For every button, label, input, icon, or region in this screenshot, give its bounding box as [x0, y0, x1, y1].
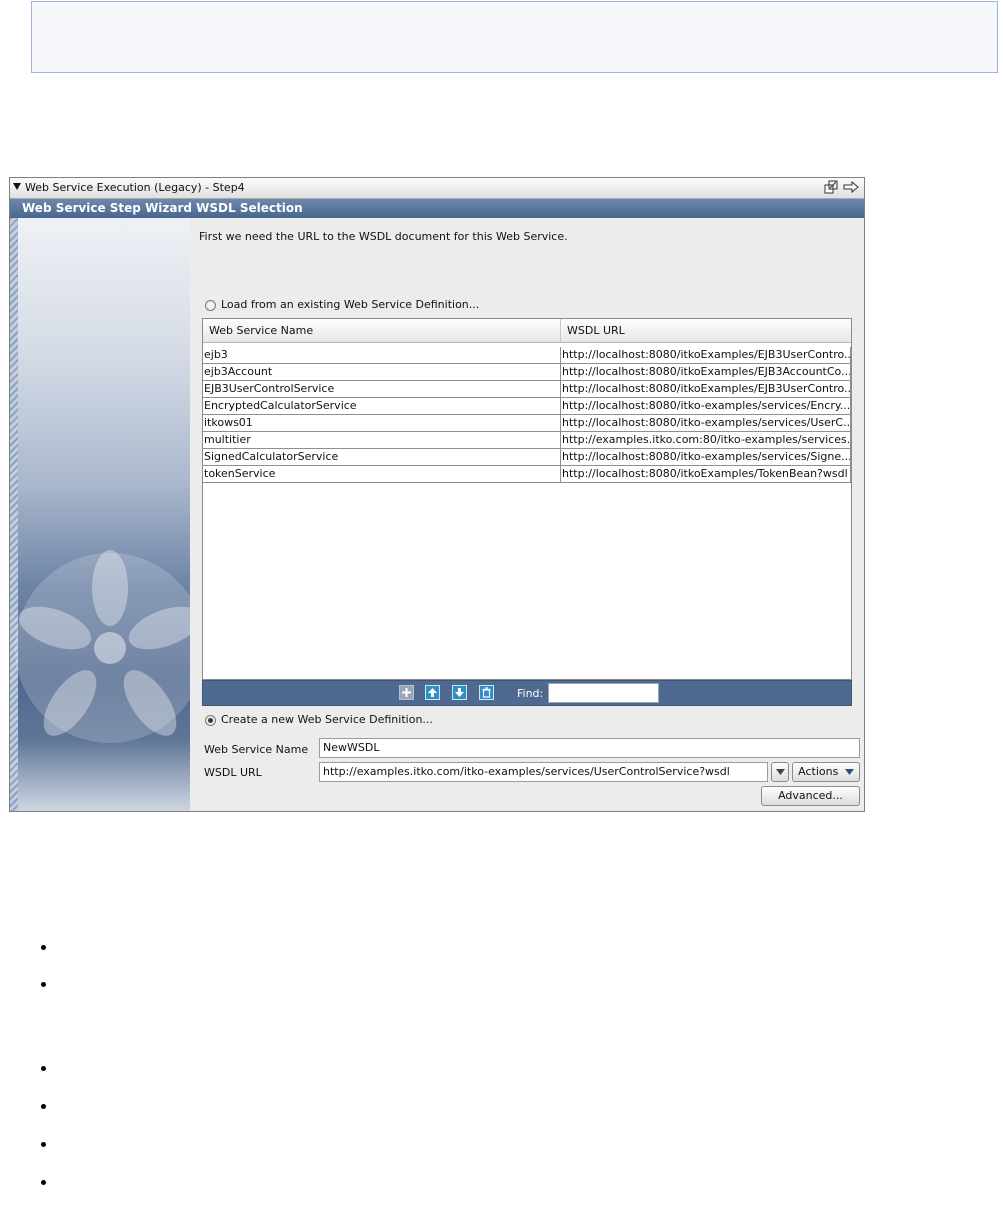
wizard-content: First we need the URL to the WSDL docume… — [191, 218, 864, 811]
table-row[interactable]: ejb3 http://localhost:8080/itkoExamples/… — [203, 347, 851, 364]
actions-button-label: Actions — [798, 765, 839, 778]
table-row[interactable]: EncryptedCalculatorService http://localh… — [203, 398, 851, 415]
column-header-name[interactable]: Web Service Name — [203, 319, 561, 343]
table-row[interactable]: multitier http://examples.itko.com:80/it… — [203, 432, 851, 449]
table-row[interactable]: ejb3Account http://localhost:8080/itkoEx… — [203, 364, 851, 381]
create-new-radio[interactable] — [205, 715, 216, 726]
cell-wsdl-url: http://localhost:8080/itko-examples/serv… — [561, 415, 851, 432]
maximize-icon[interactable] — [824, 180, 838, 194]
find-input[interactable] — [548, 683, 659, 703]
wsdl-url-label: WSDL URL — [204, 766, 262, 779]
plus-icon[interactable] — [399, 685, 414, 700]
step-panel: Web Service Execution (Legacy) - Step4 W… — [9, 177, 865, 812]
table-row[interactable]: itkows01 http://localhost:8080/itko-exam… — [203, 415, 851, 432]
arrow-up-icon[interactable] — [425, 685, 440, 700]
wizard-header: Web Service Step Wizard WSDL Selection — [10, 199, 864, 218]
cell-wsdl-url: http://examples.itko.com:80/itko-example… — [561, 432, 851, 449]
list-bullet — [41, 1180, 46, 1185]
table-row[interactable]: SignedCalculatorService http://localhost… — [203, 449, 851, 466]
wsdl-url-dropdown-button[interactable] — [771, 762, 789, 782]
cell-wsdl-url: http://localhost:8080/itkoExamples/EJB3A… — [561, 364, 851, 381]
cell-wsdl-url: http://localhost:8080/itko-examples/serv… — [561, 398, 851, 415]
actions-button[interactable]: Actions — [792, 762, 860, 782]
cell-name: EncryptedCalculatorService — [203, 398, 561, 415]
advanced-button[interactable]: Advanced... — [761, 786, 860, 806]
table-row[interactable]: tokenService http://localhost:8080/itkoE… — [203, 466, 851, 483]
cell-name: ejb3Account — [203, 364, 561, 381]
note-box — [31, 1, 998, 73]
web-service-name-input[interactable]: NewWSDL — [319, 738, 860, 758]
arrow-down-icon[interactable] — [452, 685, 467, 700]
cell-name: tokenService — [203, 466, 561, 483]
panel-titlebar[interactable]: Web Service Execution (Legacy) - Step4 — [10, 178, 864, 199]
wsdl-url-input[interactable]: http://examples.itko.com/itko-examples/s… — [319, 762, 768, 782]
cell-name: itkows01 — [203, 415, 561, 432]
find-label: Find: — [517, 687, 544, 700]
forward-arrow-icon[interactable] — [843, 180, 859, 194]
panel-title: Web Service Execution (Legacy) - Step4 — [25, 181, 245, 194]
cell-wsdl-url: http://localhost:8080/itkoExamples/EJB3U… — [561, 347, 851, 364]
list-bullet — [41, 982, 46, 987]
list-bullet — [41, 945, 46, 950]
column-header-wsdl-url[interactable]: WSDL URL — [561, 319, 851, 343]
web-service-name-label: Web Service Name — [204, 743, 309, 756]
wizard-title: Web Service Step Wizard WSDL Selection — [22, 201, 303, 215]
cell-wsdl-url: http://localhost:8080/itkoExamples/Token… — [561, 466, 851, 483]
cell-name: ejb3 — [203, 347, 561, 364]
wizard-side-art — [10, 218, 190, 811]
cell-wsdl-url: http://localhost:8080/itko-examples/serv… — [561, 449, 851, 466]
list-bullet — [41, 1142, 46, 1147]
list-bullet — [41, 1104, 46, 1109]
cell-wsdl-url: http://localhost:8080/itkoExamples/EJB3U… — [561, 381, 851, 398]
flower-logo-icon — [15, 550, 190, 743]
cell-name: multitier — [203, 432, 561, 449]
cell-name: SignedCalculatorService — [203, 449, 561, 466]
intro-text: First we need the URL to the WSDL docume… — [199, 230, 568, 243]
table-toolbar: Find: — [202, 680, 852, 706]
table-row[interactable]: EJB3UserControlService http://localhost:… — [203, 381, 851, 398]
load-existing-label[interactable]: Load from an existing Web Service Defini… — [221, 298, 479, 311]
create-new-label[interactable]: Create a new Web Service Definition... — [221, 713, 433, 726]
table-rows: ejb3 http://localhost:8080/itkoExamples/… — [203, 347, 851, 483]
collapse-arrow-icon[interactable] — [13, 183, 21, 190]
load-existing-radio[interactable] — [205, 300, 216, 311]
cell-name: EJB3UserControlService — [203, 381, 561, 398]
chevron-down-icon — [844, 769, 854, 775]
chevron-down-icon — [775, 769, 785, 775]
list-bullet — [41, 1066, 46, 1071]
web-service-table[interactable]: Web Service Name WSDL URL ejb3 http://lo… — [202, 318, 852, 680]
trash-icon[interactable] — [479, 685, 494, 700]
